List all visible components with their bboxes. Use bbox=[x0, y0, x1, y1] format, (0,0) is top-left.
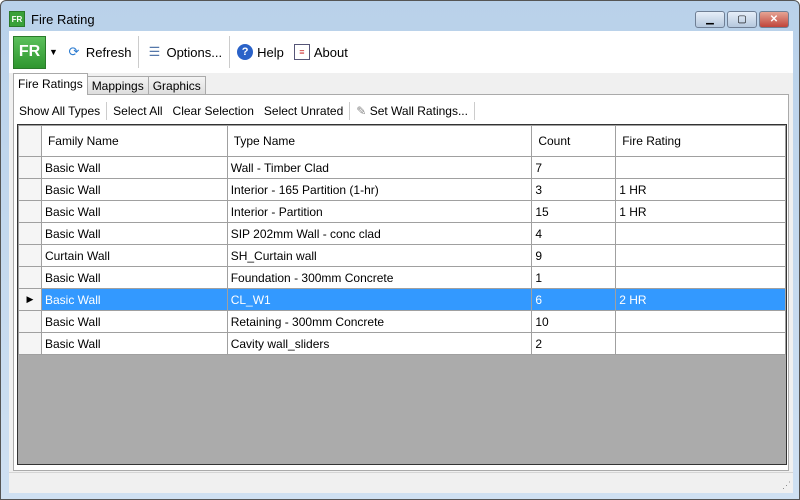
family-name-cell[interactable]: Basic Wall bbox=[40, 178, 228, 201]
select-all-button[interactable]: Select All bbox=[108, 104, 167, 118]
family-name-cell[interactable]: Basic Wall bbox=[40, 332, 228, 355]
table-row[interactable]: Basic Wall Interior - Partition 15 1 HR bbox=[18, 200, 786, 223]
count-cell[interactable]: 9 bbox=[531, 244, 617, 267]
type-name-cell[interactable]: SIP 202mm Wall - conc clad bbox=[226, 222, 533, 245]
count-cell[interactable]: 15 bbox=[531, 200, 617, 223]
family-name-cell[interactable]: Basic Wall bbox=[40, 288, 228, 311]
window: FR Fire Rating ▁ ▢ ✕ FR ▼ ⟳ Refresh ☰ Opti… bbox=[0, 0, 800, 500]
table-row[interactable]: Basic Wall Cavity wall_sliders 2 bbox=[18, 332, 786, 355]
options-label: Options... bbox=[166, 44, 223, 60]
column-header-fire-rating[interactable]: Fire Rating bbox=[615, 125, 786, 157]
column-header-family[interactable]: Family Name bbox=[40, 125, 228, 157]
column-header-type[interactable]: Type Name bbox=[226, 125, 533, 157]
toolbar: FR ▼ ⟳ Refresh ☰ Options... ? Help ≡ About bbox=[9, 31, 793, 73]
refresh-button[interactable]: ⟳ Refresh bbox=[61, 37, 137, 67]
window-title: Fire Rating bbox=[31, 11, 95, 27]
type-name-cell[interactable]: CL_W1 bbox=[226, 288, 533, 311]
fire-rating-cell[interactable] bbox=[615, 310, 786, 333]
fire-rating-cell[interactable] bbox=[615, 244, 786, 267]
about-label: About bbox=[313, 44, 348, 60]
fire-rating-cell[interactable] bbox=[615, 222, 786, 245]
row-header[interactable] bbox=[18, 266, 42, 289]
fire-rating-cell[interactable] bbox=[615, 266, 786, 289]
fire-rating-cell[interactable] bbox=[615, 156, 786, 179]
family-name-cell[interactable]: Basic Wall bbox=[40, 200, 228, 223]
family-name-cell[interactable]: Basic Wall bbox=[40, 310, 228, 333]
clear-selection-button[interactable]: Clear Selection bbox=[168, 104, 259, 118]
type-name-cell[interactable]: Cavity wall_sliders bbox=[226, 332, 533, 355]
select-unrated-button[interactable]: Select Unrated bbox=[259, 104, 348, 118]
row-header[interactable] bbox=[18, 244, 42, 267]
options-icon: ☰ bbox=[148, 44, 161, 59]
fire-ratings-panel: Show All Types Select All Clear Selectio… bbox=[13, 94, 789, 471]
row-header[interactable] bbox=[18, 222, 42, 245]
show-all-types-button[interactable]: Show All Types bbox=[14, 104, 105, 118]
row-header[interactable] bbox=[18, 178, 42, 201]
type-name-cell[interactable]: Retaining - 300mm Concrete bbox=[226, 310, 533, 333]
row-header[interactable] bbox=[18, 332, 42, 355]
count-cell[interactable]: 7 bbox=[531, 156, 617, 179]
refresh-label: Refresh bbox=[85, 44, 132, 60]
refresh-icon: ⟳ bbox=[68, 44, 80, 59]
count-cell[interactable]: 10 bbox=[531, 310, 617, 333]
table-row[interactable]: Basic Wall Wall - Timber Clad 7 bbox=[18, 156, 786, 179]
family-name-cell[interactable]: Basic Wall bbox=[40, 266, 228, 289]
row-header[interactable] bbox=[18, 310, 42, 333]
row-header[interactable]: ▶ bbox=[18, 288, 42, 311]
set-wall-ratings-button[interactable]: ✎ Set Wall Ratings... bbox=[351, 104, 473, 118]
about-button[interactable]: ≡ About bbox=[289, 37, 353, 67]
fr-menu-button[interactable]: FR bbox=[13, 35, 46, 69]
help-button[interactable]: ? Help bbox=[232, 37, 289, 67]
table-row[interactable]: Curtain Wall SH_Curtain wall 9 bbox=[18, 244, 786, 267]
table-row[interactable]: Basic Wall SIP 202mm Wall - conc clad 4 bbox=[18, 222, 786, 245]
row-header[interactable] bbox=[18, 200, 42, 223]
fire-rating-cell[interactable] bbox=[615, 332, 786, 355]
fire-rating-cell[interactable]: 1 HR bbox=[615, 178, 786, 201]
column-header-count[interactable]: Count bbox=[531, 125, 617, 157]
type-name-cell[interactable]: Wall - Timber Clad bbox=[226, 156, 533, 179]
count-cell[interactable]: 1 bbox=[531, 266, 617, 289]
help-icon: ? bbox=[237, 44, 254, 60]
tab-fire-ratings[interactable]: Fire Ratings bbox=[13, 73, 88, 95]
family-name-cell[interactable]: Basic Wall bbox=[40, 156, 228, 179]
tab-graphics[interactable]: Graphics bbox=[147, 76, 206, 95]
fire-rating-cell[interactable]: 1 HR bbox=[615, 200, 786, 223]
status-bar: ⋰ bbox=[9, 472, 793, 493]
minimize-button[interactable]: ▁ bbox=[695, 11, 725, 28]
type-name-cell[interactable]: Interior - Partition bbox=[226, 200, 533, 223]
row-header-corner bbox=[18, 125, 42, 157]
wall-types-grid[interactable]: Family Name Type Name Count Fire Rating … bbox=[17, 124, 787, 465]
family-name-cell[interactable]: Curtain Wall bbox=[40, 244, 228, 267]
app-icon: FR bbox=[9, 11, 25, 27]
row-header[interactable] bbox=[18, 156, 42, 179]
count-cell[interactable]: 4 bbox=[531, 222, 617, 245]
options-button[interactable]: ☰ Options... bbox=[141, 37, 227, 67]
pencil-icon: ✎ bbox=[356, 104, 367, 118]
dropdown-arrow-icon[interactable]: ▼ bbox=[46, 37, 61, 67]
table-row[interactable]: Basic Wall Retaining - 300mm Concrete 10 bbox=[18, 310, 786, 333]
maximize-button[interactable]: ▢ bbox=[727, 11, 757, 28]
count-cell[interactable]: 6 bbox=[531, 288, 617, 311]
table-row[interactable]: ▶ Basic Wall CL_W1 6 2 HR bbox=[18, 288, 786, 311]
family-name-cell[interactable]: Basic Wall bbox=[40, 222, 228, 245]
type-name-cell[interactable]: Interior - 165 Partition (1-hr) bbox=[226, 178, 533, 201]
type-name-cell[interactable]: SH_Curtain wall bbox=[226, 244, 533, 267]
set-wall-ratings-label: Set Wall Ratings... bbox=[369, 104, 468, 118]
help-label: Help bbox=[257, 44, 284, 60]
table-row[interactable]: Basic Wall Foundation - 300mm Concrete 1 bbox=[18, 266, 786, 289]
close-button[interactable]: ✕ bbox=[759, 11, 789, 28]
count-cell[interactable]: 2 bbox=[531, 332, 617, 355]
count-cell[interactable]: 3 bbox=[531, 178, 617, 201]
resize-grip-icon[interactable]: ⋰ bbox=[782, 480, 791, 491]
type-name-cell[interactable]: Foundation - 300mm Concrete bbox=[226, 266, 533, 289]
about-icon: ≡ bbox=[293, 44, 310, 60]
table-row[interactable]: Basic Wall Interior - 165 Partition (1-hr… bbox=[18, 178, 786, 201]
fire-rating-cell[interactable]: 2 HR bbox=[615, 288, 786, 311]
title-bar: FR Fire Rating bbox=[9, 9, 95, 29]
tab-mappings[interactable]: Mappings bbox=[86, 76, 149, 95]
